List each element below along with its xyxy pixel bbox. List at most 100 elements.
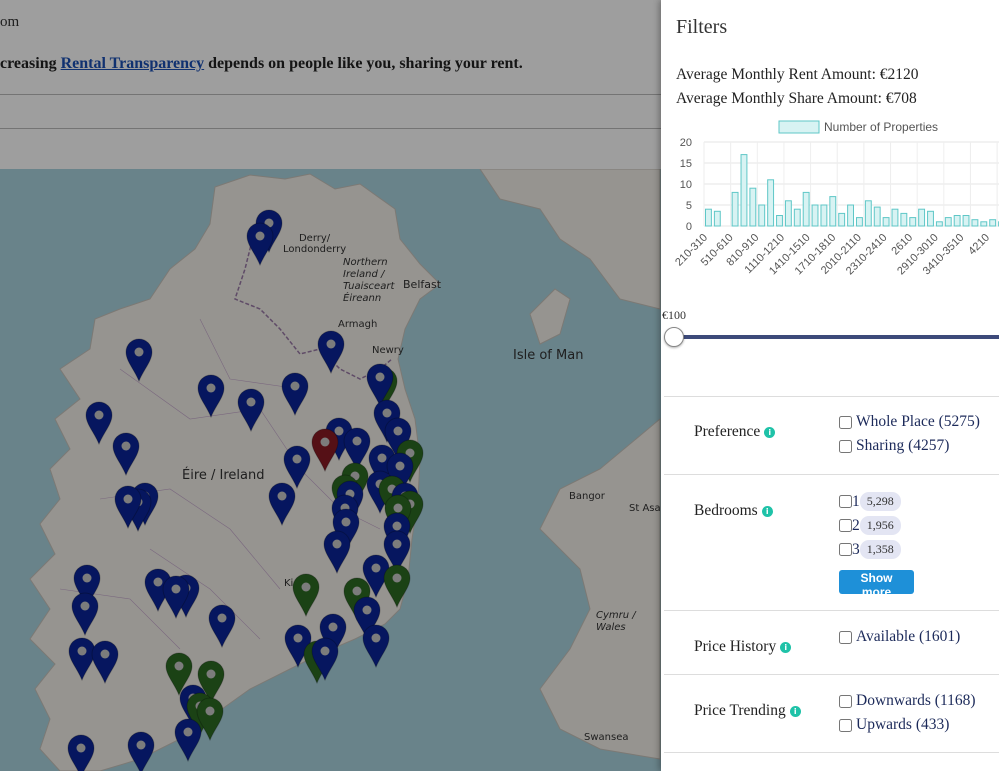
divider bbox=[664, 752, 999, 753]
tagline-before: creasing bbox=[0, 55, 61, 72]
histogram-bar[interactable] bbox=[784, 200, 792, 227]
histogram-bar[interactable] bbox=[944, 217, 952, 227]
bedroom-2-label: 2 bbox=[852, 516, 860, 534]
tagline-after: depends on people like you, sharing your… bbox=[204, 55, 523, 72]
marker-dot bbox=[255, 231, 265, 241]
label-belfast: Belfast bbox=[403, 278, 442, 291]
available-checkbox[interactable] bbox=[839, 630, 852, 644]
available-label: Available (1601) bbox=[856, 628, 961, 645]
histogram-bar[interactable] bbox=[838, 212, 846, 227]
price-trending-downwards[interactable]: Downwards (1168) bbox=[839, 692, 976, 710]
histogram-bar[interactable] bbox=[793, 208, 801, 227]
price-history-available[interactable]: Available (1601) bbox=[839, 628, 960, 646]
histogram-bar[interactable] bbox=[953, 215, 961, 227]
histogram-bar[interactable] bbox=[758, 204, 766, 227]
histogram-bar[interactable] bbox=[909, 217, 917, 227]
slider-handle[interactable] bbox=[664, 327, 684, 347]
bedrooms-option-3[interactable]: 3 1,358 bbox=[839, 540, 901, 559]
marker-dot bbox=[76, 743, 86, 753]
bedrooms-label-text: Bedrooms bbox=[694, 502, 758, 519]
bedroom-3-checkbox[interactable] bbox=[839, 543, 852, 556]
divider bbox=[664, 610, 999, 611]
marker-dot bbox=[292, 454, 302, 464]
marker-dot bbox=[174, 661, 184, 671]
info-icon[interactable]: i bbox=[780, 642, 792, 653]
y-tick-label: 0 bbox=[686, 221, 692, 233]
sharing-checkbox[interactable] bbox=[839, 439, 852, 453]
marker-dot bbox=[392, 521, 402, 531]
upwards-checkbox[interactable] bbox=[839, 718, 852, 732]
histogram-bar[interactable] bbox=[989, 219, 997, 227]
histogram-bar[interactable] bbox=[900, 212, 908, 227]
marker-dot bbox=[77, 646, 87, 656]
histogram-bar[interactable] bbox=[980, 221, 988, 227]
histogram-bar[interactable] bbox=[713, 210, 721, 227]
y-tick-label: 15 bbox=[680, 158, 692, 170]
histogram-bar[interactable] bbox=[882, 217, 890, 227]
filters-title: Filters bbox=[676, 16, 728, 38]
bedroom-1-checkbox[interactable] bbox=[839, 495, 852, 508]
histogram-bar[interactable] bbox=[847, 204, 854, 227]
histogram-bar[interactable] bbox=[802, 191, 810, 227]
histogram-bar[interactable] bbox=[731, 191, 739, 227]
price-slider[interactable]: €100 bbox=[661, 308, 999, 348]
marker-dot bbox=[171, 584, 181, 594]
marker-dot bbox=[393, 503, 403, 513]
price-history-label-text: Price History bbox=[694, 638, 777, 655]
label-swansea: Swansea bbox=[584, 732, 629, 743]
histogram-bar[interactable] bbox=[935, 221, 943, 227]
marker-dot bbox=[395, 461, 405, 471]
marker-dot bbox=[100, 649, 110, 659]
marker-dot bbox=[94, 410, 104, 420]
divider bbox=[664, 396, 999, 397]
histogram-bar[interactable] bbox=[891, 208, 899, 227]
histogram-bar[interactable] bbox=[820, 204, 828, 227]
info-icon[interactable]: i bbox=[764, 427, 776, 438]
label-bangor: Bangor bbox=[569, 491, 605, 502]
bedroom-2-count-badge: 1,956 bbox=[859, 516, 901, 535]
histogram-bar[interactable] bbox=[749, 187, 757, 227]
slider-track[interactable] bbox=[674, 335, 999, 339]
marker-dot bbox=[136, 740, 146, 750]
label-derry: Derry/ Londonderry bbox=[283, 233, 347, 255]
marker-dot bbox=[362, 605, 372, 615]
histogram-bar[interactable] bbox=[767, 179, 775, 227]
downwards-checkbox[interactable] bbox=[839, 694, 852, 708]
preference-sharing[interactable]: Sharing (4257) bbox=[839, 437, 949, 455]
histogram-bar[interactable] bbox=[971, 219, 979, 227]
filters-panel: Filters Average Monthly Rent Amount: €21… bbox=[661, 0, 999, 771]
bedrooms-option-2[interactable]: 2 1,956 bbox=[839, 516, 901, 535]
marker-dot bbox=[326, 339, 336, 349]
divider bbox=[664, 674, 999, 675]
info-icon[interactable]: i bbox=[789, 706, 801, 717]
divider bbox=[664, 474, 999, 475]
bedroom-2-checkbox[interactable] bbox=[839, 519, 852, 532]
histogram-bar[interactable] bbox=[829, 196, 837, 227]
histogram-bar[interactable] bbox=[856, 217, 863, 227]
histogram-bar[interactable] bbox=[927, 210, 934, 227]
histogram-bar[interactable] bbox=[776, 215, 783, 227]
info-icon[interactable]: i bbox=[761, 506, 773, 517]
rental-transparency-link[interactable]: Rental Transparency bbox=[61, 55, 205, 72]
preference-whole-place[interactable]: Whole Place (5275) bbox=[839, 413, 980, 431]
histogram-bar[interactable] bbox=[811, 204, 819, 227]
rent-histogram: Number of Properties 0 5 10 15 20 210-310 510-6… bbox=[661, 112, 999, 312]
histogram-bar[interactable] bbox=[705, 208, 712, 227]
price-trending-upwards[interactable]: Upwards (433) bbox=[839, 716, 949, 734]
bedrooms-option-1[interactable]: 1 5,298 bbox=[839, 492, 901, 511]
histogram-bar[interactable] bbox=[864, 200, 872, 227]
histogram-bar[interactable] bbox=[873, 206, 881, 227]
whole-place-checkbox[interactable] bbox=[839, 415, 852, 429]
legend-swatch bbox=[778, 120, 820, 134]
slider-min-label: €100 bbox=[662, 308, 686, 322]
histogram-bar[interactable] bbox=[740, 154, 748, 227]
marker-dot bbox=[352, 436, 362, 446]
preference-label: Preference i bbox=[694, 423, 776, 441]
marker-dot bbox=[392, 573, 402, 583]
marker-dot bbox=[328, 622, 338, 632]
legend-label: Number of Properties bbox=[824, 120, 938, 134]
histogram-bar[interactable] bbox=[962, 215, 970, 227]
show-more-button[interactable]: Show more bbox=[839, 570, 914, 599]
price-history-label: Price History i bbox=[694, 638, 792, 656]
histogram-bar[interactable] bbox=[918, 208, 926, 227]
